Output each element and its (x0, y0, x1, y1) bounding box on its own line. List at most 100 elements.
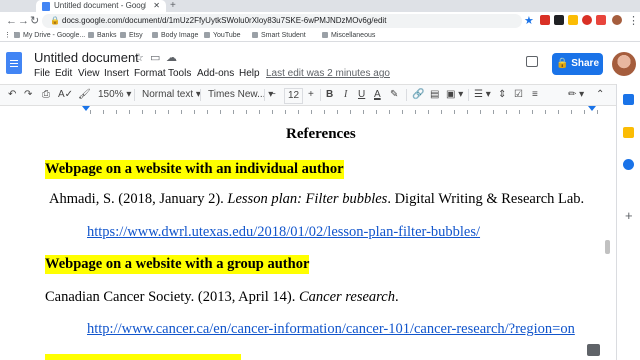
comment-history-icon[interactable] (526, 56, 538, 67)
extension-icon[interactable] (568, 15, 578, 25)
menu-view[interactable]: View (78, 67, 100, 81)
move-folder-icon[interactable]: ▭ (150, 50, 160, 66)
close-tab-icon[interactable]: ✕ (153, 0, 160, 11)
redo-icon[interactable]: ↷ (24, 86, 32, 104)
bookmark-item[interactable]: Etsy (120, 30, 143, 42)
lock-icon: 🔒 (50, 16, 60, 25)
reference-url-link[interactable]: http://www.cancer.ca/en/cancer-informati… (87, 321, 575, 338)
bookmark-star-icon[interactable]: ★ (524, 12, 534, 30)
new-tab-icon[interactable]: + (170, 0, 176, 11)
menu-insert[interactable]: Insert (104, 67, 129, 81)
bookmark-item[interactable]: Miscellaneous (322, 30, 375, 42)
increase-font-icon[interactable]: + (308, 86, 314, 104)
menu-edit[interactable]: Edit (55, 67, 72, 81)
extension-icon[interactable] (554, 15, 564, 25)
underline-icon[interactable]: U (358, 86, 365, 104)
bookmark-label: YouTube (213, 32, 241, 39)
back-icon[interactable]: ← (6, 12, 17, 30)
bookmark-item[interactable]: Body Image (152, 30, 198, 42)
font-size-input[interactable]: 12 (284, 88, 304, 104)
add-addon-icon[interactable]: + (625, 208, 633, 223)
url-text: docs.google.com/document/d/1mUz2FfyUytkS… (62, 16, 387, 25)
toolbar-divider (406, 89, 407, 101)
reference-url-link[interactable]: https://www.dwrl.utexas.edu/2018/01/02/l… (87, 224, 480, 241)
spellcheck-icon[interactable]: A✓ (58, 86, 73, 104)
image-icon[interactable]: ▣ ▾ (446, 86, 463, 104)
line-spacing-icon[interactable]: ⇕ (498, 86, 506, 104)
collapse-icon[interactable]: ⌃ (596, 86, 604, 104)
forward-icon[interactable]: → (18, 12, 29, 30)
menu-file[interactable]: File (34, 67, 50, 81)
bookmark-label: Etsy (129, 32, 143, 39)
references-heading: References (286, 126, 356, 142)
ruler (0, 106, 616, 116)
bookmark-label: Body Image (161, 32, 199, 39)
share-button[interactable]: 🔒 Share (552, 53, 603, 75)
italic-icon[interactable]: I (344, 86, 347, 104)
extension-icon[interactable] (596, 15, 606, 25)
reload-icon[interactable]: ↻ (30, 12, 39, 30)
bookmark-item[interactable]: Smart Student (252, 30, 306, 42)
document-body[interactable]: References Webpage on a website with an … (0, 116, 616, 360)
profile-avatar[interactable] (612, 15, 622, 25)
cloud-status-icon: ☁ (166, 52, 177, 64)
paint-format-icon[interactable]: 🖌 (78, 86, 91, 104)
bookmark-label: Smart Student (261, 32, 306, 39)
scrollbar[interactable] (605, 240, 610, 254)
reference-entry: Ahmadi, S. (2018, January 2). Lesson pla… (49, 191, 584, 208)
editing-mode-icon[interactable]: ✏ ▾ (568, 86, 584, 104)
highlight-icon[interactable]: ✎ (390, 86, 398, 104)
explore-icon[interactable] (587, 344, 600, 356)
docs-logo-icon[interactable] (6, 52, 22, 74)
zoom-select[interactable]: 150% ▾ (98, 86, 131, 104)
bookmark-item[interactable]: YouTube (204, 30, 241, 42)
browser-tab[interactable]: Untitled document - Google D ✕ (36, 0, 166, 12)
align-icon[interactable]: ☰ ▾ (474, 86, 491, 104)
comment-icon[interactable]: ▤ (430, 86, 439, 104)
url-input[interactable]: 🔒 docs.google.com/document/d/1mUz2FfyUyt… (42, 14, 522, 28)
link-icon[interactable]: 🔗 (412, 86, 424, 104)
bookmark-item[interactable]: Banks (88, 30, 116, 42)
decrease-font-icon[interactable]: − (270, 86, 276, 104)
bookmark-label: My Drive - Google... (23, 32, 86, 39)
keep-icon[interactable] (623, 127, 634, 138)
style-value: Normal text (142, 89, 194, 100)
extension-icon[interactable] (582, 15, 592, 25)
menu-tools[interactable]: Tools (168, 67, 191, 81)
reference-author: Canadian Cancer Society. (2013, April 14… (45, 289, 299, 305)
tab-title: Untitled document - Google D (54, 1, 146, 10)
calendar-icon[interactable] (623, 94, 634, 105)
share-label: Share (571, 58, 600, 69)
toolbar-divider (320, 89, 321, 101)
menu-format[interactable]: Format (134, 67, 166, 81)
font-value: Times New... (208, 89, 266, 100)
reference-title: Cancer research (298, 289, 395, 305)
zoom-value: 150% (98, 89, 124, 100)
browser-menu-icon[interactable]: ⋮ (628, 12, 639, 30)
toolbar-divider (264, 89, 265, 101)
style-select[interactable]: Normal text ▾ (142, 86, 201, 104)
text-color-icon[interactable]: A (374, 86, 381, 104)
bold-icon[interactable]: B (326, 86, 333, 104)
print-icon[interactable]: ⎙ (42, 86, 50, 104)
avatar[interactable] (612, 52, 636, 76)
left-indent-marker[interactable] (82, 106, 90, 111)
bookmark-item[interactable]: My Drive - Google... (14, 30, 85, 42)
checklist-icon[interactable]: ☑ (514, 86, 523, 104)
toolbar-divider (200, 89, 201, 101)
section-heading: Webpage on a website with an individual … (45, 160, 344, 179)
reference-title: Lesson plan: Filter bubbles (227, 191, 388, 207)
reference-end: . (394, 289, 399, 305)
document-title[interactable]: Untitled document (34, 50, 139, 66)
right-indent-marker[interactable] (588, 106, 596, 111)
reference-publisher: . Digital Writing & Research Lab. (387, 191, 585, 207)
menu-addons[interactable]: Add-ons (197, 67, 234, 81)
bulleted-list-icon[interactable]: ≡ (532, 86, 538, 104)
extension-icon[interactable] (540, 15, 550, 25)
docs-favicon-icon (42, 2, 50, 11)
tasks-icon[interactable] (623, 159, 634, 170)
star-icon[interactable]: ☆ (134, 50, 144, 66)
undo-icon[interactable]: ↶ (8, 86, 16, 104)
last-edit-link[interactable]: Last edit was 2 minutes ago (266, 67, 390, 81)
menu-help[interactable]: Help (239, 67, 260, 81)
